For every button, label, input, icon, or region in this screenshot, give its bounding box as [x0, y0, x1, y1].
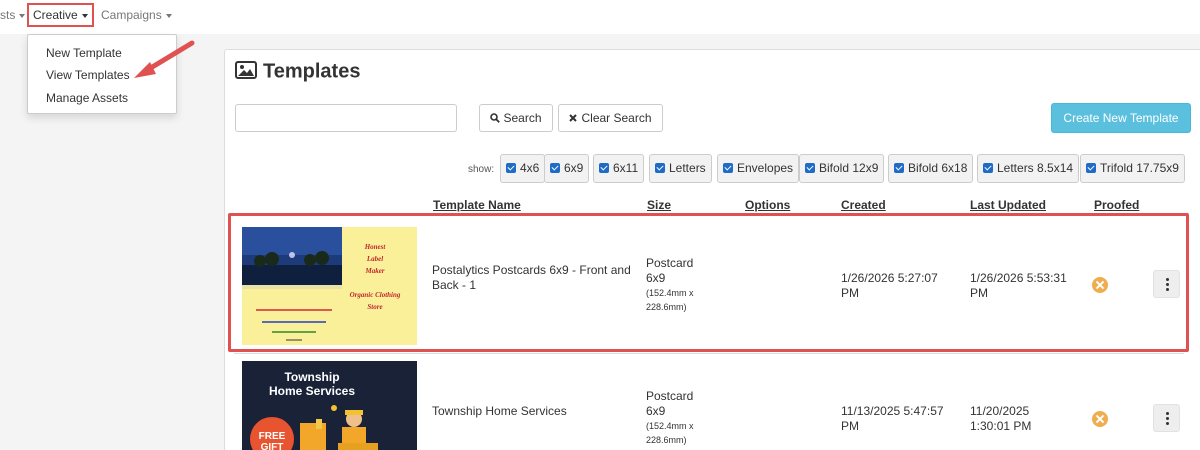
- thumb-text: Honest: [364, 243, 387, 251]
- filter-6x11[interactable]: 6x11: [593, 154, 645, 183]
- nav-campaigns[interactable]: Campaigns: [101, 0, 172, 30]
- clear-search-label: Clear Search: [581, 111, 652, 125]
- top-navbar: sts Creative Campaigns: [0, 0, 1200, 34]
- last-updated-date: 1/26/2026 5:53:31 PM: [970, 271, 1067, 300]
- filter-label: Letters: [669, 161, 706, 175]
- clear-search-button[interactable]: Clear Search: [558, 104, 663, 132]
- template-name[interactable]: Township Home Services: [432, 404, 632, 419]
- row-divider: [234, 353, 1184, 354]
- menu-item-view-templates[interactable]: View Templates: [46, 66, 130, 84]
- size-type: Postcard: [646, 389, 694, 403]
- size-mm: (152.4mm x 228.6mm): [646, 288, 694, 312]
- menu-item-new-template[interactable]: New Template: [46, 44, 122, 62]
- filter-6x9[interactable]: 6x9: [544, 154, 590, 183]
- caret-down-icon: [81, 13, 88, 18]
- filter-label: Letters 8.5x14: [997, 161, 1074, 175]
- last-updated-date: 11/20/2025 1:30:01 PM: [970, 404, 1032, 433]
- col-header-last-updated[interactable]: Last Updated: [970, 198, 1046, 212]
- checkbox-checked-icon[interactable]: [894, 163, 904, 173]
- filter-letters[interactable]: Letters: [649, 154, 712, 183]
- template-thumbnail[interactable]: Honest Label Maker Organic Clothing Stor…: [242, 227, 417, 345]
- thumb-text: Township: [284, 370, 339, 384]
- filter-label: 6x11: [613, 161, 639, 175]
- filter-envelopes[interactable]: Envelopes: [717, 154, 800, 183]
- filter-label: Bifold 12x9: [819, 161, 879, 175]
- filter-label: 6x9: [564, 161, 584, 175]
- image-icon: [235, 61, 257, 79]
- filter-label: Trifold 17.75x9: [1100, 161, 1179, 175]
- checkbox-checked-icon[interactable]: [1086, 163, 1096, 173]
- nav-creative-label: Creative: [33, 8, 78, 22]
- thumb-text: Organic Clothing: [350, 291, 401, 299]
- thumb-text: Maker: [364, 267, 384, 275]
- checkbox-checked-icon[interactable]: [723, 163, 733, 173]
- thumb-text: FREE: [259, 431, 286, 442]
- checkbox-checked-icon[interactable]: [506, 163, 516, 173]
- thumb-text: Label: [366, 255, 383, 263]
- checkbox-checked-icon[interactable]: [983, 163, 993, 173]
- not-proofed-icon: [1092, 411, 1108, 427]
- size-dims: 6x9: [646, 271, 666, 285]
- page-title-text: Templates: [263, 60, 361, 83]
- filter-trifold-17-75x9[interactable]: Trifold 17.75x9: [1080, 154, 1185, 183]
- checkbox-checked-icon[interactable]: [599, 163, 609, 173]
- template-thumbnail[interactable]: Township Home Services FREE GIFT: [242, 361, 417, 450]
- show-filter-label: show:: [468, 164, 495, 175]
- nav-assets[interactable]: sts: [0, 0, 26, 30]
- template-name[interactable]: Postalytics Postcards 6x9 - Front and Ba…: [432, 263, 632, 293]
- template-size: Postcard 6x9 (152.4mm x 228.6mm): [646, 389, 736, 447]
- search-button[interactable]: Search: [479, 104, 553, 132]
- col-header-template-name[interactable]: Template Name: [433, 198, 521, 212]
- created-date: 11/13/2025 5:47:57 PM: [841, 404, 944, 433]
- filter-label: Bifold 6x18: [908, 161, 968, 175]
- checkbox-checked-icon[interactable]: [655, 163, 665, 173]
- menu-item-manage-assets[interactable]: Manage Assets: [46, 89, 128, 107]
- nav-creative[interactable]: Creative: [27, 3, 94, 27]
- checkbox-checked-icon[interactable]: [550, 163, 560, 173]
- nav-campaigns-label: Campaigns: [101, 8, 162, 22]
- search-button-label: Search: [503, 111, 542, 125]
- create-new-template-button[interactable]: Create New Template: [1051, 103, 1191, 133]
- size-dims: 6x9: [646, 404, 666, 418]
- col-header-options[interactable]: Options: [745, 198, 790, 212]
- caret-down-icon: [19, 13, 26, 18]
- close-icon: [569, 114, 578, 122]
- col-header-created[interactable]: Created: [841, 198, 886, 212]
- caret-down-icon: [165, 13, 172, 18]
- filter-label: 4x6: [520, 161, 540, 175]
- template-size: Postcard 6x9 (152.4mm x 228.6mm): [646, 256, 736, 314]
- filter-label: Envelopes: [737, 161, 794, 175]
- col-header-proofed[interactable]: Proofed: [1094, 198, 1139, 212]
- row-actions-menu-button[interactable]: [1153, 404, 1180, 432]
- thumb-text: Home Services: [269, 384, 355, 398]
- col-header-size[interactable]: Size: [647, 198, 671, 212]
- nav-assets-label: sts: [0, 8, 16, 22]
- thumb-text: Store: [367, 303, 382, 311]
- checkbox-checked-icon[interactable]: [805, 163, 815, 173]
- filter-bifold-12x9[interactable]: Bifold 12x9: [799, 154, 885, 183]
- annotation-arrow-icon: [134, 40, 195, 78]
- size-mm: (152.4mm x 228.6mm): [646, 421, 694, 445]
- search-icon: [490, 113, 501, 123]
- page-title: Templates: [235, 59, 360, 83]
- filter-bifold-6x18[interactable]: Bifold 6x18: [888, 154, 974, 183]
- filter-letters-8-5x14[interactable]: Letters 8.5x14: [977, 154, 1080, 183]
- search-input[interactable]: [235, 104, 457, 132]
- thumb-text: GIFT: [261, 442, 284, 450]
- not-proofed-icon: [1092, 277, 1108, 293]
- created-date: 1/26/2026 5:27:07 PM: [841, 271, 938, 300]
- size-type: Postcard: [646, 256, 694, 270]
- filter-4x6[interactable]: 4x6: [500, 154, 546, 183]
- row-actions-menu-button[interactable]: [1153, 270, 1180, 298]
